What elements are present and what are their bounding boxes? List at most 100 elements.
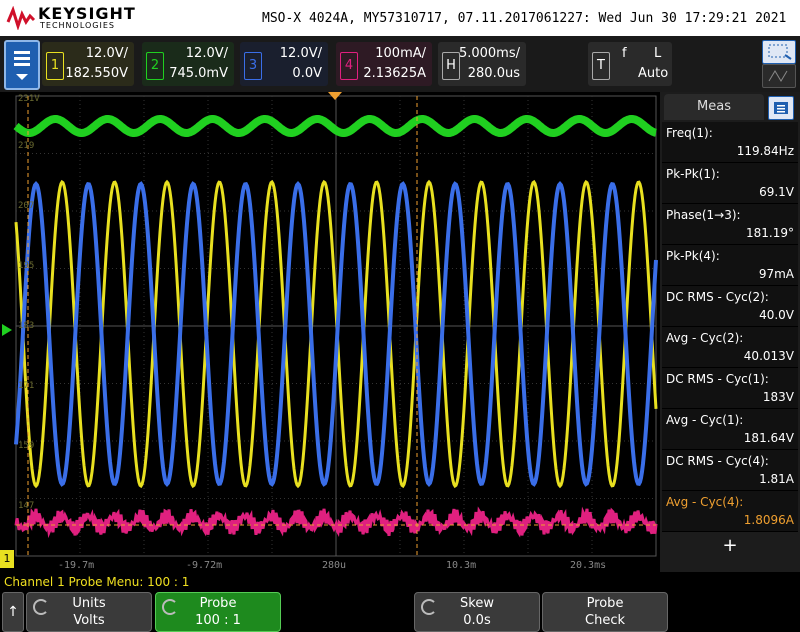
measurement-value: 97mA	[758, 267, 794, 281]
channel-4-scale: 100mA/	[375, 46, 426, 61]
instrument-title: MSO-X 4024A, MY57310717, 07.11.201706122…	[262, 11, 787, 26]
horizontal-key: H	[442, 52, 460, 80]
trigger-slope-icon: f	[622, 46, 627, 61]
softkey-label: Probe	[199, 596, 237, 611]
measurements-panel: Meas Freq(1): 119.84Hz Pk-Pk(1): 69.1V Pha…	[660, 92, 800, 572]
channel-1-ground-marker[interactable]: 1	[0, 550, 14, 568]
channel-1-offset: 182.550V	[65, 66, 128, 81]
measurement-item[interactable]: DC RMS - Cyc(4): 1.81A	[662, 450, 798, 491]
trigger-source: L	[654, 46, 662, 61]
t-label: -9.72m	[186, 560, 223, 571]
channel-4-offset: 2.13625A	[363, 66, 426, 81]
brand-subtitle: TECHNOLOGIES	[40, 21, 115, 30]
softkey-value: 0.0s	[463, 613, 491, 628]
measurement-item[interactable]: DC RMS - Cyc(2): 40.0V	[662, 286, 798, 327]
softkey-probe[interactable]: Probe 100 : 1	[155, 592, 281, 632]
measurement-item[interactable]: Avg - Cyc(2): 40.013V	[662, 327, 798, 368]
channel-4-number: 4	[340, 52, 358, 80]
measurement-item[interactable]: Pk-Pk(4): 97mA	[662, 245, 798, 286]
measurement-label: Avg - Cyc(4):	[666, 495, 744, 509]
meas-menu-button[interactable]	[768, 96, 794, 120]
menu-button[interactable]	[4, 40, 40, 90]
measurement-label: Freq(1):	[666, 126, 713, 140]
measurements-header: Meas	[662, 94, 798, 120]
channel-bar: 1 12.0V/ 182.550V 2 12.0V/ 745.0mV 3 12.…	[0, 36, 800, 92]
add-measurement-button[interactable]: +	[662, 524, 798, 568]
horizontal-scale: 5.000ms/	[458, 46, 520, 61]
measurement-item[interactable]: Pk-Pk(1): 69.1V	[662, 163, 798, 204]
v-label: 207	[18, 201, 35, 211]
softkey-skew[interactable]: Skew 0.0s	[414, 592, 540, 632]
measurement-label: Pk-Pk(4):	[666, 249, 720, 263]
channel-4-box[interactable]: 4 100mA/ 2.13625A	[336, 42, 432, 86]
measurement-label: DC RMS - Cyc(2):	[666, 290, 769, 304]
measurement-value: 119.84Hz	[736, 144, 794, 158]
v-label: 219	[18, 141, 35, 151]
trigger-box[interactable]: T f L Auto	[588, 42, 672, 86]
channel-2-scale: 12.0V/	[185, 46, 228, 61]
measurement-value: 181.19°	[746, 226, 794, 240]
waveform-touch-icon	[768, 70, 788, 82]
channel-2-number: 2	[146, 52, 164, 80]
trigger-key: T	[592, 52, 610, 80]
softkey-label: Probe	[586, 596, 624, 611]
channel-1-marker-label: 1	[3, 552, 11, 565]
channel-2-offset: 745.0mV	[169, 66, 228, 81]
t-label: 20.3ms	[570, 560, 607, 571]
list-icon	[774, 102, 788, 114]
softkey-label: Units	[72, 596, 106, 611]
selection-tool-button[interactable]	[762, 40, 796, 64]
menu-icon	[14, 51, 30, 80]
channel-2-box[interactable]: 2 12.0V/ 745.0mV	[142, 42, 234, 86]
measurement-value: 183V	[762, 390, 794, 404]
t-label: 10.3m	[446, 560, 477, 571]
meas-tab[interactable]: Meas	[664, 94, 764, 120]
softkey-bar: ↑ Units Volts Probe 100 : 1 Skew 0.0s Pr…	[0, 590, 800, 632]
measurement-value: 1.81A	[759, 472, 794, 486]
status-line: Channel 1 Probe Menu: 100 : 1	[4, 575, 190, 589]
channel-3-number: 3	[244, 52, 262, 80]
t-label: -19.7m	[58, 560, 95, 571]
title-bar: KEYSIGHT TECHNOLOGIES MSO-X 4024A, MY573…	[0, 0, 800, 36]
horizontal-box[interactable]: H 5.000ms/ 280.0us	[438, 42, 526, 86]
v-label: 183	[18, 321, 35, 331]
measurement-item[interactable]: Avg - Cyc(1): 181.64V	[662, 409, 798, 450]
measurement-value: 40.0V	[759, 308, 794, 322]
touch-mode-button[interactable]	[762, 64, 796, 88]
back-button[interactable]: ↑	[2, 592, 24, 632]
v-label: 231V	[18, 94, 40, 104]
channel-3-scale: 12.0V/	[279, 46, 322, 61]
measurement-label: Pk-Pk(1):	[666, 167, 720, 181]
measurement-item[interactable]: Phase(1→3): 181.19°	[662, 204, 798, 245]
measurement-value: 69.1V	[759, 185, 794, 199]
box-select-icon	[768, 44, 792, 60]
measurement-label: Avg - Cyc(2):	[666, 331, 744, 345]
measurement-label: Avg - Cyc(1):	[666, 413, 744, 427]
softkey-value: Check	[585, 613, 625, 628]
channel-2-ground-marker	[2, 324, 12, 336]
channel-1-number: 1	[46, 52, 64, 80]
measurement-item[interactable]: DC RMS - Cyc(1): 183V	[662, 368, 798, 409]
back-arrow-icon: ↑	[7, 604, 19, 620]
v-label: 147	[18, 501, 35, 511]
measurement-label: DC RMS - Cyc(1):	[666, 372, 769, 386]
softkey-units[interactable]: Units Volts	[26, 592, 152, 632]
measurement-label: DC RMS - Cyc(4):	[666, 454, 769, 468]
channel-1-box[interactable]: 1 12.0V/ 182.550V	[42, 42, 134, 86]
measurement-label: Phase(1→3):	[666, 208, 741, 222]
channel-3-offset: 0.0V	[292, 66, 322, 81]
waveform-display[interactable]: 231V 219 207 195 183 171 159 147 -19.7m …	[0, 92, 660, 576]
t-label: 280u	[322, 560, 347, 571]
softkey-value: 100 : 1	[195, 613, 241, 628]
softkey-label: Skew	[460, 596, 494, 611]
channel-1-scale: 12.0V/	[85, 46, 128, 61]
channel-3-box[interactable]: 3 12.0V/ 0.0V	[240, 42, 328, 86]
measurement-value: 181.64V	[743, 431, 794, 445]
measurement-value: 40.013V	[743, 349, 794, 363]
measurement-item[interactable]: Freq(1): 119.84Hz	[662, 122, 798, 163]
v-label: 171	[18, 381, 35, 391]
horizontal-delay: 280.0us	[467, 66, 520, 81]
softkey-probe-check[interactable]: Probe Check	[542, 592, 668, 632]
trigger-mode: Auto	[638, 66, 669, 81]
measurement-list: Freq(1): 119.84Hz Pk-Pk(1): 69.1V Phase(1→…	[662, 122, 798, 532]
